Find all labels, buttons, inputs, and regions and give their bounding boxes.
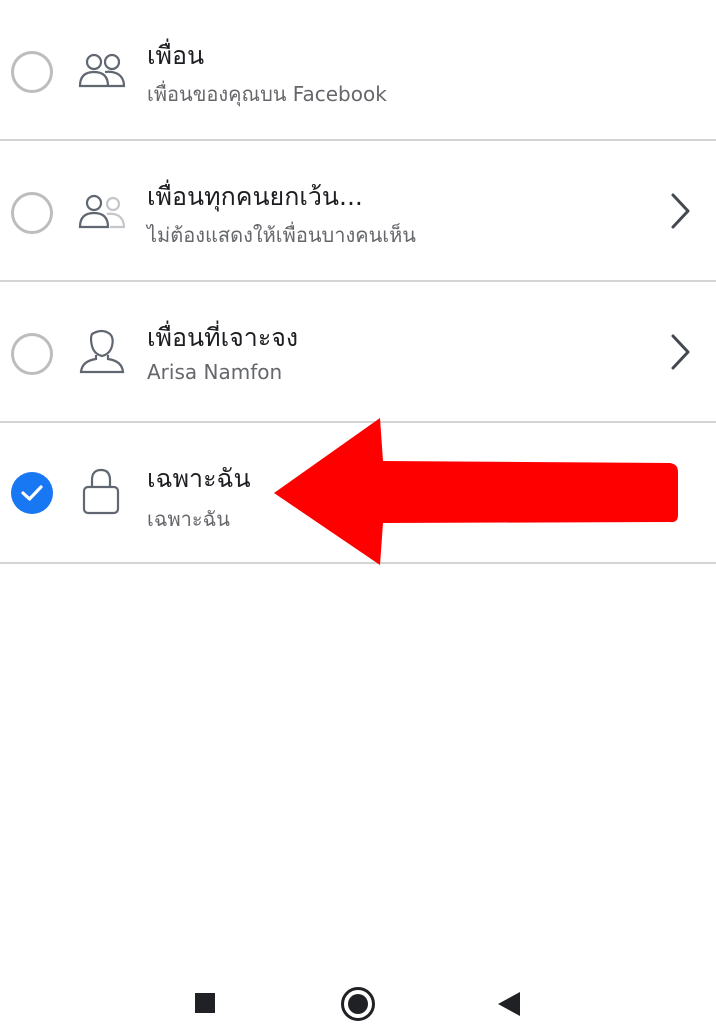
radio-button-selected[interactable] — [11, 472, 53, 514]
option-title: เพื่อนทุกคนยกเว้น... — [147, 182, 363, 211]
red-annotation-arrow — [274, 418, 678, 565]
option-title: เพื่อนที่เจาะจง — [147, 323, 299, 352]
option-title: เพื่อน — [147, 41, 205, 70]
friends-except-icon — [78, 194, 126, 229]
checkmark-icon — [21, 485, 43, 501]
radio-button-unselected[interactable] — [11, 51, 53, 93]
option-friends[interactable]: เพื่อน เพื่อนของคุณบน Facebook — [0, 0, 716, 141]
option-friends-except[interactable]: เพื่อนทุกคนยกเว้น... ไม่ต้องแสดงให้เพื่อ… — [0, 141, 716, 282]
radio-button-unselected[interactable] — [11, 192, 53, 234]
option-subtitle: เพื่อนของคุณบน Facebook — [147, 82, 387, 106]
chevron-right-icon[interactable] — [668, 332, 692, 372]
option-title: เฉพาะฉัน — [147, 464, 251, 493]
option-specific-friends[interactable]: เพื่อนที่เจาะจง Arisa Namfon — [0, 282, 716, 423]
option-subtitle: Arisa Namfon — [147, 360, 283, 384]
lock-icon — [82, 468, 120, 515]
specific-friend-icon — [79, 329, 125, 374]
option-subtitle: เฉพาะฉัน — [147, 507, 230, 531]
recent-apps-icon[interactable] — [194, 992, 216, 1014]
back-icon[interactable] — [496, 990, 522, 1018]
home-icon[interactable] — [340, 986, 376, 1022]
option-subtitle: ไม่ต้องแสดงให้เพื่อนบางคนเห็น — [147, 223, 416, 247]
chevron-right-icon[interactable] — [668, 191, 692, 231]
navigation-bar — [0, 968, 716, 1024]
radio-button-unselected[interactable] — [11, 333, 53, 375]
friends-icon — [78, 53, 126, 88]
